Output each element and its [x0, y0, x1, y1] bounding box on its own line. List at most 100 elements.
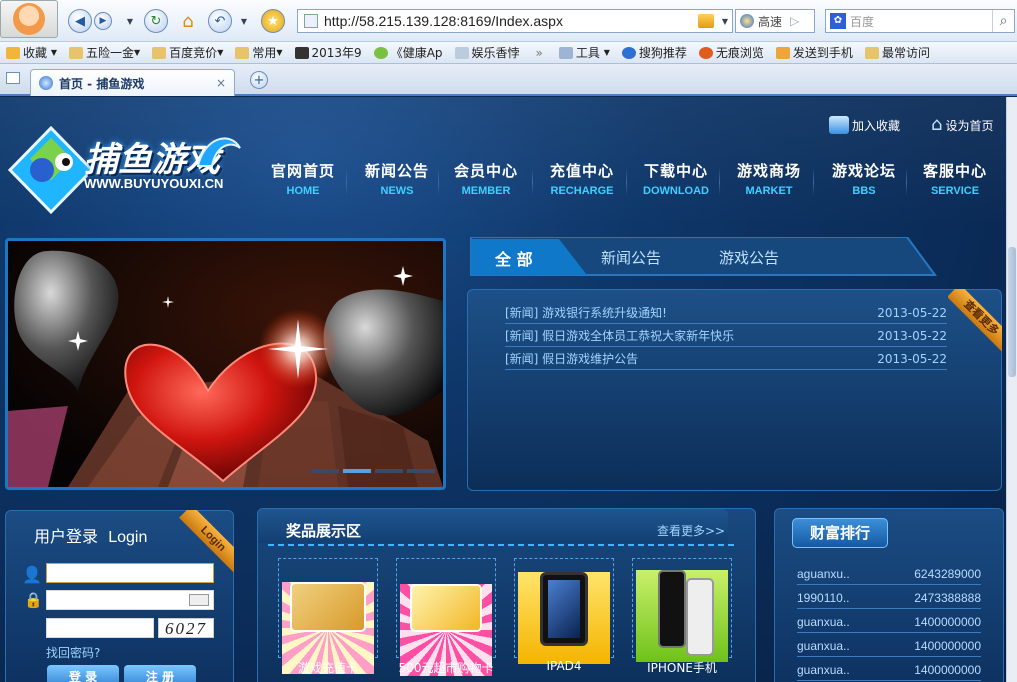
news-more-ribbon[interactable]: 查看更多 [948, 289, 1002, 355]
site-logo[interactable]: 捕鱼游戏 WWW.BUYUYOUXI.CN [6, 124, 246, 220]
prize-card[interactable] [278, 558, 378, 674]
search-input[interactable]: 百度 [850, 13, 992, 30]
address-input[interactable]: http://58.215.139.128:8169/Index.aspx [318, 13, 698, 29]
login-button[interactable]: 登 录 [47, 665, 119, 682]
keyboard-icon[interactable] [189, 594, 209, 606]
banner-slideshow[interactable] [5, 238, 446, 490]
tab-title: 首页 - 捕鱼游戏 [59, 76, 145, 91]
fav-item-2013[interactable]: 2013年9 [289, 44, 368, 61]
favorite-star-icon[interactable]: ★ [261, 9, 285, 33]
tab-active[interactable]: 首页 - 捕鱼游戏 × [30, 69, 235, 96]
nav-bbs[interactable]: 游戏论坛 BBS [832, 160, 896, 197]
tab-news[interactable]: 新闻公告 [601, 247, 661, 268]
nav-divider [532, 168, 533, 196]
nav-home[interactable]: 官网首页 HOME [271, 160, 335, 197]
fav-item-incognito[interactable]: 无痕浏览 [693, 44, 770, 61]
fav-item-insurance[interactable]: 五险一金 ▼ [63, 44, 146, 61]
scrollbar-thumb[interactable] [1008, 247, 1016, 377]
fav-item-collect[interactable]: 收藏 ▼ [0, 44, 63, 61]
nav-news[interactable]: 新闻公告 NEWS [365, 160, 429, 197]
nav-download[interactable]: 下载中心 DOWNLOAD [643, 160, 709, 197]
refresh-icon[interactable]: ↻ [144, 9, 168, 33]
page-icon [294, 46, 309, 59]
search-box[interactable]: ✿ 百度 ⌕ [825, 9, 1015, 33]
nav-member[interactable]: 会员中心 MEMBER [454, 160, 518, 197]
fav-item-common[interactable]: 常用 ▼ [229, 44, 288, 61]
home-outline-icon: ⌂ [931, 114, 943, 135]
go-icon[interactable]: ▷ [790, 14, 799, 28]
tools-icon [558, 46, 573, 59]
history-dropdown-icon[interactable]: ▼ [124, 14, 136, 28]
captcha-input[interactable] [46, 618, 154, 638]
back-icon[interactable]: ◀ [68, 9, 92, 33]
nav-market[interactable]: 游戏商场 MARKET [737, 160, 801, 197]
fav-item-health[interactable]: 《健康Ap [368, 44, 449, 61]
fav-item-most-visited[interactable]: 最常访问 [859, 44, 936, 61]
address-bar[interactable]: http://58.215.139.128:8169/Index.aspx ▼ [297, 9, 733, 33]
news-item[interactable]: [新闻] 假日游戏维护公告 2013-05-22 [505, 348, 947, 370]
speed-mode-icon [740, 14, 754, 28]
rank-row: guanxua.. 1400000000 [797, 659, 981, 681]
nav-divider [346, 168, 347, 196]
rank-row: guanxua.. 1400000000 [797, 635, 981, 657]
speed-mode-button[interactable]: 高速 ▷ [735, 9, 815, 33]
fav-item-send-phone[interactable]: 发送到手机 [770, 44, 859, 61]
banner-hearts-image [8, 241, 443, 487]
search-icon[interactable]: ⌕ [992, 10, 1014, 32]
prize-card[interactable] [396, 558, 496, 676]
folder-icon [69, 46, 83, 59]
username-input[interactable] [46, 563, 214, 583]
folder-icon [235, 46, 250, 59]
forgot-password-link[interactable]: 找回密码? [46, 644, 100, 661]
compat-mode-icon[interactable] [698, 14, 714, 28]
captcha-image[interactable]: 6027 [158, 618, 214, 638]
more-favorites-icon[interactable]: » [526, 46, 553, 60]
lock-icon: 🔒 [24, 591, 43, 609]
tab-close-icon[interactable]: × [216, 76, 226, 90]
nav-service[interactable]: 客服中心 SERVICE [923, 160, 987, 197]
fav-item-entertainment[interactable]: 娱乐香悖 [449, 44, 526, 61]
tab-all[interactable]: 全 部 [495, 246, 533, 270]
page-scrollbar[interactable] [1006, 97, 1017, 682]
prize-more-link[interactable]: 查看更多>> [657, 522, 725, 539]
new-tab-icon[interactable]: + [250, 71, 268, 89]
logo-emblem-icon [7, 125, 95, 215]
nav-divider [813, 168, 814, 196]
fav-item-tools[interactable]: 工具 ▼ [553, 44, 616, 61]
page-icon [454, 46, 469, 59]
nav-recharge[interactable]: 充值中心 RECHARGE [550, 160, 614, 197]
news-item[interactable]: [新闻] 游戏银行系统升级通知! 2013-05-22 [505, 302, 947, 324]
prize-card[interactable] [632, 558, 732, 662]
folder-icon [864, 46, 879, 59]
register-button[interactable]: 注 册 [124, 665, 196, 682]
globe-icon [39, 76, 53, 90]
browser-toolbar: ◀ ▶ ▼ ↻ ⌂ ↶ ▼ ★ http://58.215.139.128:81… [0, 0, 1017, 42]
ipad-image [518, 572, 610, 664]
play-icon [373, 46, 388, 59]
home-icon[interactable]: ⌂ [176, 9, 200, 33]
add-favorite-link[interactable]: 加入收藏 [829, 116, 900, 134]
forward-icon[interactable]: ▶ [94, 12, 112, 30]
baidu-paw-icon: ✿ [830, 13, 846, 29]
avatar-face-icon [13, 3, 45, 35]
rank-row: aguanxu.. 6243289000 [797, 563, 981, 585]
user-icon: 👤 [22, 565, 42, 584]
user-avatar[interactable] [0, 0, 58, 38]
star-folder-icon [6, 46, 20, 59]
fav-item-sogou[interactable]: 搜狗推荐 [616, 44, 693, 61]
cart-icon [829, 116, 849, 134]
tab-list-icon[interactable] [6, 72, 20, 84]
rank-row: guanxua.. 1400000000 [797, 611, 981, 633]
speed-mode-label: 高速 [758, 14, 783, 29]
address-dropdown-icon[interactable]: ▼ [718, 17, 732, 26]
prize-label: 游戏充值卡 [297, 661, 358, 675]
undo-dropdown-icon[interactable]: ▼ [238, 14, 250, 28]
tab-game-notice[interactable]: 游戏公告 [719, 247, 779, 268]
set-home-link[interactable]: ⌂ 设为首页 [931, 116, 993, 134]
prize-card[interactable] [514, 558, 614, 664]
undo-icon[interactable]: ↶ [208, 9, 232, 33]
password-input[interactable] [46, 590, 214, 610]
news-item[interactable]: [新闻] 假日游戏全体员工恭祝大家新年快乐 2013-05-22 [505, 325, 947, 347]
incognito-icon [698, 46, 713, 59]
fav-item-baidu-ads[interactable]: 百度竞价 ▼ [146, 44, 229, 61]
